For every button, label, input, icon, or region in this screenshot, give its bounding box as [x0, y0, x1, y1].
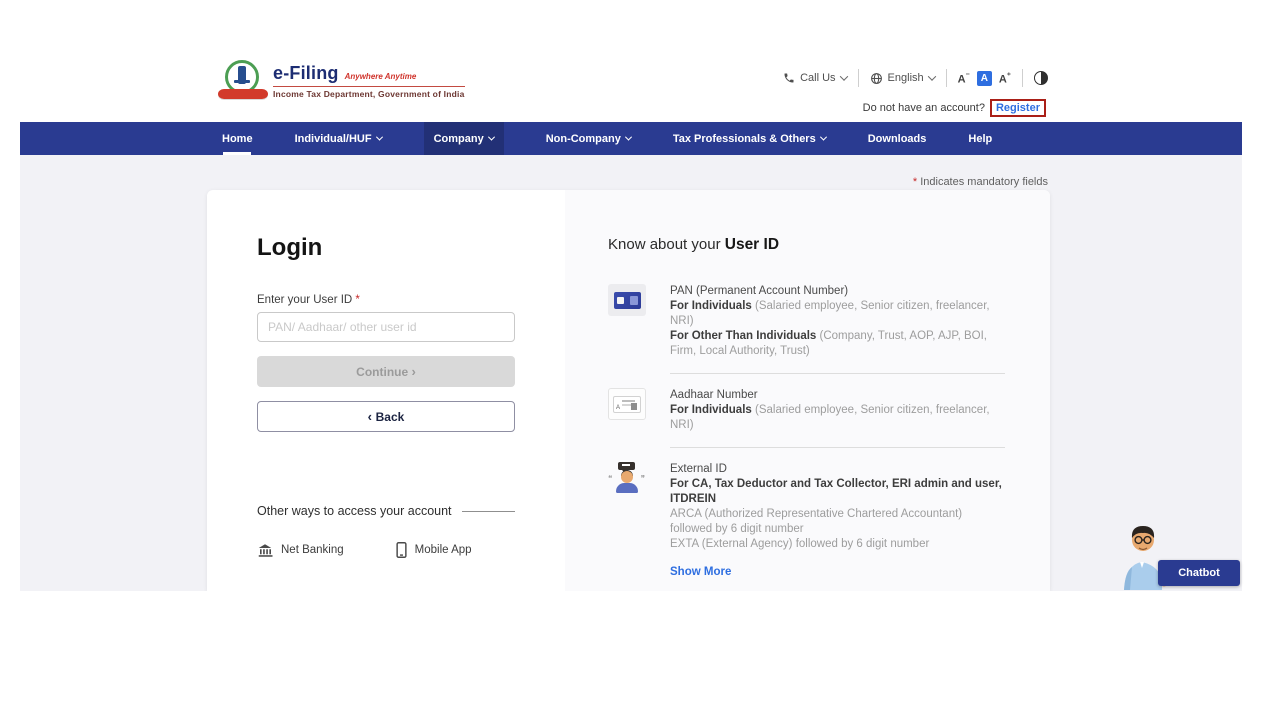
nav-item-non-company[interactable]: Non-Company — [546, 122, 631, 155]
userid-type-external: ❝ ❞ External ID For CA, Tax Deductor and… — [608, 462, 1005, 580]
know-heading: Know about your User ID — [608, 236, 1005, 254]
user-id-label: Enter your User ID * — [257, 294, 515, 306]
user-id-input[interactable] — [257, 312, 515, 342]
continue-button[interactable]: Continue › — [257, 356, 515, 387]
nav-item-company[interactable]: Company — [424, 122, 504, 155]
account-prompt-row: Do not have an account? Register — [863, 99, 1046, 117]
required-mark: * — [355, 294, 359, 306]
divider — [1022, 69, 1023, 87]
divider — [670, 373, 1005, 374]
page-bottom-margin — [0, 591, 1280, 720]
pan-card-icon — [608, 284, 646, 316]
call-us-menu[interactable]: Call Us — [783, 72, 846, 84]
nav-item-downloads[interactable]: Downloads — [868, 122, 927, 155]
contrast-toggle-icon[interactable] — [1034, 71, 1048, 85]
external-id-icon: ❝ ❞ — [608, 462, 646, 498]
nav-item-home[interactable]: Home — [222, 122, 253, 155]
efiling-logo[interactable]: e-Filing Anywhere Anytime Income Tax Dep… — [222, 60, 465, 102]
pan-title: PAN (Permanent Account Number) — [670, 284, 1005, 299]
page-content-area: * Indicates mandatory fields Login Enter… — [20, 155, 1242, 591]
external-id-title: External ID — [670, 462, 1005, 477]
brand-tagline: Anywhere Anytime — [345, 72, 417, 81]
language-label: English — [888, 72, 924, 84]
chatbot-button[interactable]: Chatbot — [1158, 560, 1240, 586]
phone-icon — [783, 72, 795, 84]
header-controls: Call Us English A⁻ A A⁺ — [783, 69, 1048, 87]
know-about-userid-pane: Know about your User ID PAN (Permanent A… — [565, 190, 1050, 591]
chevron-down-icon — [625, 134, 632, 141]
divider — [670, 447, 1005, 448]
font-increase-button[interactable]: A⁺ — [999, 71, 1011, 86]
divider — [858, 69, 859, 87]
nav-item-help[interactable]: Help — [968, 122, 992, 155]
account-prompt: Do not have an account? — [863, 102, 985, 114]
divider — [462, 511, 515, 512]
access-options-row: Net Banking Mobile App — [257, 542, 515, 558]
efiling-portal-page: e-Filing Anywhere Anytime Income Tax Dep… — [0, 0, 1280, 720]
chevron-left-icon: ‹ — [368, 409, 376, 424]
register-link[interactable]: Register — [990, 99, 1046, 117]
nav-item-individual-huf[interactable]: Individual/HUF — [295, 122, 382, 155]
back-button[interactable]: ‹ Back — [257, 401, 515, 432]
show-more-link[interactable]: Show More — [670, 565, 1005, 580]
login-pane: Login Enter your User ID * Continue › ‹ … — [207, 190, 565, 591]
language-menu[interactable]: English — [870, 72, 935, 85]
userid-type-aadhaar: A Aadhaar Number For Individuals (Salari… — [608, 388, 1005, 433]
login-card: Login Enter your User ID * Continue › ‹ … — [207, 190, 1050, 591]
font-size-controls: A⁻ A A⁺ — [958, 71, 1011, 86]
brand-text: e-Filing Anywhere Anytime Income Tax Dep… — [273, 63, 465, 99]
chevron-down-icon — [488, 134, 495, 141]
brand-title: e-Filing — [273, 63, 339, 84]
globe-icon — [870, 72, 883, 85]
nav-item-tax-professionals[interactable]: Tax Professionals & Others — [673, 122, 826, 155]
mobile-icon — [396, 542, 407, 558]
net-banking-option[interactable]: Net Banking — [257, 542, 344, 558]
aadhaar-title: Aadhaar Number — [670, 388, 1005, 403]
chevron-down-icon — [927, 72, 935, 80]
chevron-right-icon: › — [411, 364, 415, 379]
userid-type-pan: PAN (Permanent Account Number) For Indiv… — [608, 284, 1005, 359]
mandatory-fields-note: * Indicates mandatory fields — [913, 176, 1048, 188]
brand-subtitle: Income Tax Department, Government of Ind… — [273, 89, 465, 99]
font-decrease-button[interactable]: A⁻ — [958, 71, 970, 86]
other-ways-heading: Other ways to access your account — [257, 504, 515, 518]
bank-icon — [257, 543, 273, 558]
divider — [946, 69, 947, 87]
main-navbar: Home Individual/HUF Company Non-Company … — [20, 122, 1242, 155]
login-title: Login — [257, 234, 515, 262]
aadhaar-card-icon: A — [608, 388, 646, 420]
chevron-down-icon — [820, 134, 827, 141]
call-us-label: Call Us — [800, 72, 835, 84]
mobile-app-option[interactable]: Mobile App — [396, 542, 472, 558]
font-default-button[interactable]: A — [977, 71, 992, 86]
national-emblem-icon — [222, 60, 264, 102]
chevron-down-icon — [839, 72, 847, 80]
chevron-down-icon — [376, 134, 383, 141]
